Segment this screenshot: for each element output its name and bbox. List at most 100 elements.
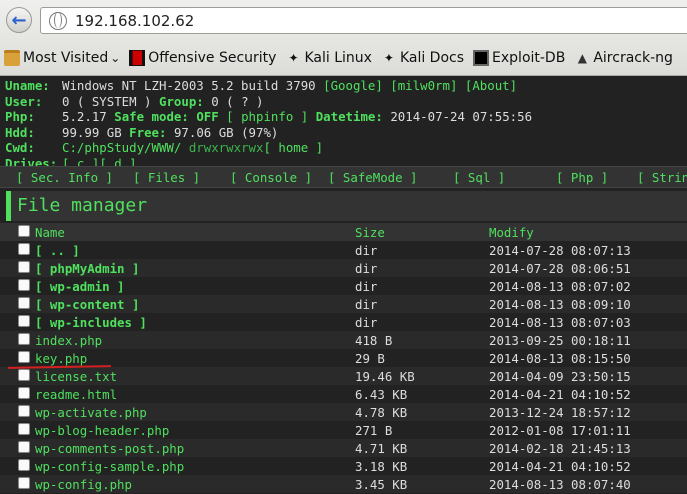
file-name-link[interactable]: [ wp-admin ] xyxy=(35,279,125,294)
hdd-label: Hdd: xyxy=(5,124,35,140)
file-name-link[interactable]: [ wp-includes ] xyxy=(35,315,147,330)
column-size-header[interactable]: Size xyxy=(355,225,385,240)
select-all-checkbox[interactable] xyxy=(18,225,30,237)
file-name-link[interactable]: index.php xyxy=(35,333,102,348)
hdd-value: 99.99 GB xyxy=(62,124,122,140)
file-name-link[interactable]: wp-config.php xyxy=(35,477,132,492)
file-name-link[interactable]: key.php xyxy=(35,351,87,366)
table-row: [ wp-includes ] dir 2014-08-13 08:07:03 xyxy=(0,313,687,331)
kali-dragon-icon: ✦ xyxy=(288,51,299,65)
file-name-link[interactable]: wp-blog-header.php xyxy=(35,423,169,438)
table-row: wp-comments-post.php 4.71 KB 2014-02-18 21… xyxy=(0,439,687,457)
file-size: 271 B xyxy=(355,423,393,438)
uname-label: Uname: xyxy=(5,78,50,93)
bookmarks-toolbar: Most Visited ⌄ █ Offensive Security ✦ Ka… xyxy=(0,44,687,72)
table-row: wp-config-sample.php 3.18 KB 2014-04-21 04… xyxy=(0,457,687,475)
file-name-link[interactable]: [ .. ] xyxy=(35,243,80,258)
menu-files[interactable]: [ Files ] xyxy=(133,170,200,185)
back-arrow-icon[interactable]: ← xyxy=(6,7,32,33)
file-size: 19.46 KB xyxy=(355,369,415,384)
row-checkbox[interactable] xyxy=(18,297,30,309)
about-link[interactable]: [About] xyxy=(465,78,517,94)
file-manager-title: File manager xyxy=(6,191,687,221)
row-checkbox[interactable] xyxy=(18,459,30,471)
php-row: Php: 5.2.17 Safe mode: OFF [ phpinfo ] D… xyxy=(5,109,687,125)
file-name-link[interactable]: wp-config-sample.php xyxy=(35,459,184,474)
menu-console[interactable]: [ Console ] xyxy=(230,170,312,185)
menu-sql[interactable]: [ Sql ] xyxy=(453,170,505,185)
bookmark-offensive-security[interactable]: █ Offensive Security xyxy=(129,50,276,66)
google-link[interactable]: [Google] xyxy=(323,78,383,94)
php-version: 5.2.17 xyxy=(62,109,107,124)
group-value: 0 ( ? ) xyxy=(211,93,264,109)
file-size: 29 B xyxy=(355,351,385,366)
row-checkbox[interactable] xyxy=(18,369,30,381)
phpinfo-link[interactable]: [ phpinfo ] xyxy=(226,109,308,125)
row-checkbox[interactable] xyxy=(18,315,30,327)
file-name-link[interactable]: readme.html xyxy=(35,387,117,402)
file-size: dir xyxy=(355,243,378,258)
address-bar[interactable]: 192.168.102.62 xyxy=(40,7,687,34)
table-row: wp-config.php 3.45 KB 2014-08-13 08:07:40 xyxy=(0,475,687,493)
file-modified: 2014-08-13 08:15:50 xyxy=(489,351,631,366)
file-name-link[interactable]: wp-comments-post.php xyxy=(35,441,184,456)
web-shell-page: Uname: Windows NT LZH-2003 5.2 build 379… xyxy=(0,77,687,494)
row-checkbox[interactable] xyxy=(18,387,30,399)
row-checkbox[interactable] xyxy=(18,279,30,291)
table-row: [ wp-admin ] dir 2014-08-13 08:07:02 xyxy=(0,277,687,295)
row-checkbox[interactable] xyxy=(18,351,30,363)
bookmark-label: Aircrack-ng xyxy=(593,50,673,66)
server-info-panel: Uname: Windows NT LZH-2003 5.2 build 379… xyxy=(0,77,687,171)
menu-safemode[interactable]: [ SafeMode ] xyxy=(328,170,418,185)
file-modified: 2014-02-18 21:45:13 xyxy=(489,441,631,456)
globe-icon xyxy=(49,11,67,30)
chevron-down-icon: ⌄ xyxy=(110,51,121,65)
bookmark-label: Most Visited xyxy=(23,50,109,66)
cwd-label: Cwd: xyxy=(5,140,35,155)
file-modified: 2014-07-28 08:07:13 xyxy=(489,243,631,258)
cwd-path-link[interactable]: C:/phpStudy/WWW/ xyxy=(62,140,181,156)
file-table: Name Size Modify [ .. ] dir 2014-07-28 08:… xyxy=(0,223,687,493)
cwd-perms: drwxrwxrwx xyxy=(188,140,264,155)
column-name-header[interactable]: Name xyxy=(35,225,65,240)
table-row: [ .. ] dir 2014-07-28 08:07:13 xyxy=(0,241,687,259)
file-modified: 2014-08-13 08:07:40 xyxy=(489,477,631,492)
offsec-icon: █ xyxy=(129,50,146,66)
menu-php[interactable]: [ Php ] xyxy=(556,170,608,185)
row-checkbox[interactable] xyxy=(18,441,30,453)
menu-sec-info[interactable]: [ Sec. Info ] xyxy=(16,170,113,185)
row-checkbox[interactable] xyxy=(18,423,30,435)
shell-menu-bar: [ Sec. Info ] [ Files ] [ Console ] [ Sa… xyxy=(0,166,687,188)
row-checkbox[interactable] xyxy=(18,243,30,255)
file-name-link[interactable]: license.txt xyxy=(35,369,117,384)
file-name-link[interactable]: [ phpMyAdmin ] xyxy=(35,261,139,276)
file-modified: 2014-08-13 08:07:03 xyxy=(489,315,631,330)
group-label: Group: xyxy=(159,93,204,109)
url-text[interactable]: 192.168.102.62 xyxy=(75,12,194,30)
free-label: Free: xyxy=(129,124,167,140)
table-row: [ wp-content ] dir 2014-08-13 08:09:10 xyxy=(0,295,687,313)
column-modify-header[interactable]: Modify xyxy=(489,225,534,240)
kali-dragon-icon: ✦ xyxy=(383,51,394,65)
file-name-link[interactable]: wp-activate.php xyxy=(35,405,147,420)
datetime-value: 2014-07-24 07:55:56 xyxy=(390,109,533,124)
bookmark-aircrack[interactable]: ▲ Aircrack-ng xyxy=(574,50,673,66)
home-link[interactable]: [ home ] xyxy=(263,140,323,156)
aircrack-icon: ▲ xyxy=(577,51,587,65)
bookmark-kali-docs[interactable]: ✦ Kali Docs xyxy=(381,50,464,66)
row-checkbox[interactable] xyxy=(18,405,30,417)
bookmark-label: Exploit-DB xyxy=(492,50,566,66)
bookmark-exploit-db[interactable]: Exploit-DB xyxy=(473,50,565,66)
php-label: Php: xyxy=(5,109,35,124)
bookmark-most-visited[interactable]: Most Visited ⌄ xyxy=(4,50,120,66)
menu-string[interactable]: [ String xyxy=(637,170,687,185)
row-checkbox[interactable] xyxy=(18,261,30,273)
row-checkbox[interactable] xyxy=(18,333,30,345)
bookmark-kali-linux[interactable]: ✦ Kali Linux xyxy=(285,50,372,66)
milw0rm-link[interactable]: [milw0rm] xyxy=(390,78,457,94)
file-name-link[interactable]: [ wp-content ] xyxy=(35,297,139,312)
table-row: [ phpMyAdmin ] dir 2014-07-28 08:06:51 xyxy=(0,259,687,277)
file-size: dir xyxy=(355,315,378,330)
row-checkbox[interactable] xyxy=(18,477,30,489)
safe-mode-value: OFF xyxy=(196,109,219,124)
